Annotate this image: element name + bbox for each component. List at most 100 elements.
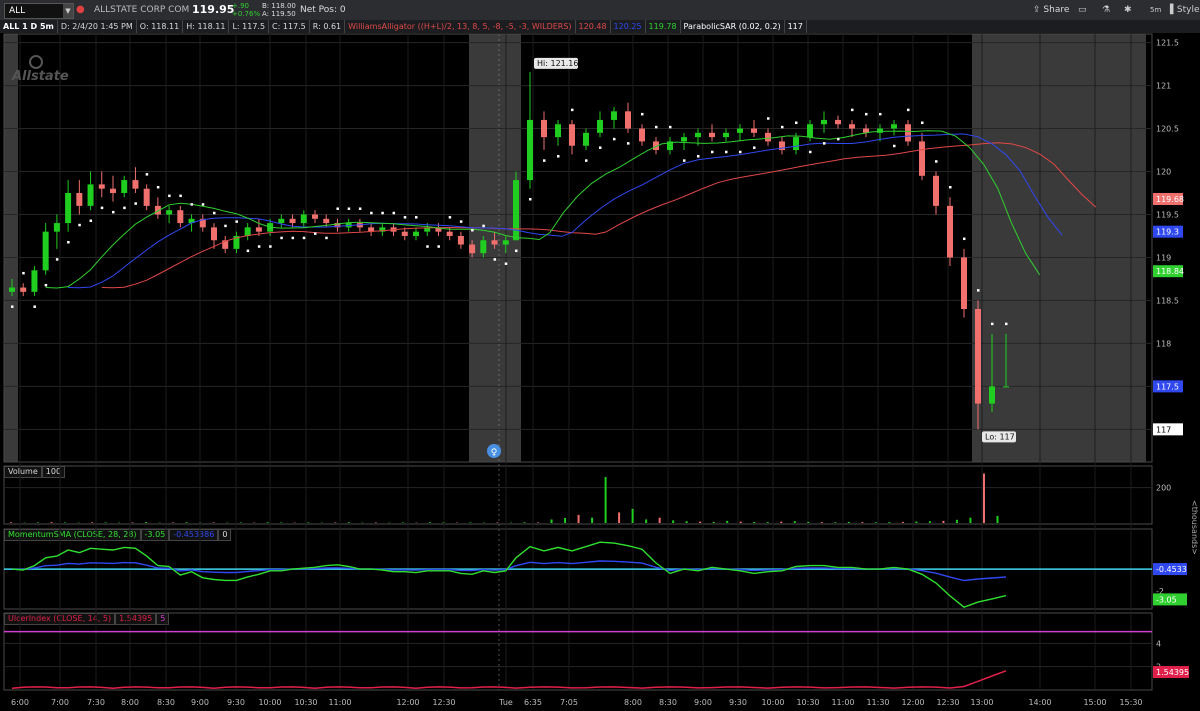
candle-body bbox=[527, 119, 533, 181]
candle-body bbox=[905, 124, 911, 142]
price-tick-label: 121 bbox=[1156, 82, 1171, 91]
volume-bar bbox=[847, 521, 850, 523]
sar-dot bbox=[257, 245, 261, 248]
alligator-teeth-line bbox=[68, 133, 1063, 289]
price-last-box bbox=[1153, 193, 1183, 206]
sar-study-label[interactable]: ParabolicSAR (0.02, 0.2) bbox=[681, 20, 785, 33]
sar-dot bbox=[977, 289, 980, 292]
time-tick-label: Tue bbox=[498, 698, 513, 707]
candle-body bbox=[166, 210, 173, 215]
panel-frame bbox=[3, 612, 1153, 691]
price-last-label: 118.84 bbox=[1156, 267, 1184, 276]
panel-frames bbox=[3, 33, 1153, 691]
volume-bar bbox=[699, 521, 702, 523]
volume-bar bbox=[874, 522, 877, 523]
time-tick-label: 11:30 bbox=[866, 698, 889, 707]
sar-dot bbox=[22, 271, 25, 275]
volume-title[interactable]: Volume bbox=[4, 466, 42, 478]
volume-bar bbox=[577, 514, 580, 523]
time-tick-label: 9:30 bbox=[227, 698, 245, 707]
bar-open: O: 118.11 bbox=[137, 20, 184, 33]
volume-bar bbox=[969, 517, 972, 523]
volume-bar bbox=[280, 522, 283, 523]
bar-range: R: 0.61 bbox=[310, 20, 346, 33]
volume-bar bbox=[428, 522, 431, 523]
sar-dot bbox=[168, 194, 171, 198]
candle-body bbox=[312, 214, 318, 219]
candle-body bbox=[723, 132, 729, 138]
sar-dot bbox=[697, 155, 700, 158]
sar-dot bbox=[224, 224, 227, 228]
candle-body bbox=[555, 124, 561, 138]
candle-body bbox=[154, 205, 161, 215]
candle-body bbox=[199, 218, 206, 228]
candle-body bbox=[76, 192, 83, 206]
volume-bar bbox=[91, 522, 94, 523]
aggregation-button[interactable]: 5m bbox=[1150, 0, 1161, 20]
volume-bar bbox=[820, 522, 823, 523]
price-last-box bbox=[1153, 225, 1183, 238]
candle-body bbox=[863, 128, 869, 133]
aggregation-period[interactable]: ALL 1 D 5m bbox=[0, 20, 58, 33]
candle-body bbox=[919, 141, 925, 176]
volume-bar bbox=[523, 522, 526, 523]
detach-icon[interactable]: ▭ bbox=[1078, 0, 1087, 20]
sar-dot bbox=[67, 240, 70, 244]
time-tick-label: 8:00 bbox=[624, 698, 642, 707]
sar-dot bbox=[529, 198, 532, 201]
sar-dot bbox=[100, 206, 104, 210]
sar-dot bbox=[515, 249, 518, 253]
candle-body bbox=[469, 244, 476, 254]
candle-body bbox=[98, 184, 105, 189]
candle-body bbox=[435, 227, 442, 232]
time-tick-label: 9:30 bbox=[729, 698, 747, 707]
candle-body bbox=[188, 218, 195, 224]
sar-dot bbox=[725, 150, 728, 154]
candle-body bbox=[709, 132, 715, 138]
bar-date: D: 2/4/20 1:45 PM bbox=[58, 20, 137, 33]
alligator-lips-line bbox=[45, 130, 1041, 289]
sar-dot bbox=[55, 258, 59, 261]
sar-dot bbox=[482, 224, 485, 228]
ulcer-title[interactable]: UlcerIndex (CLOSE, 14, 5) bbox=[4, 613, 116, 625]
candle-body bbox=[278, 218, 285, 224]
momentum-sma-line bbox=[11, 560, 1007, 582]
time-tick-label: 7:05 bbox=[560, 698, 578, 707]
symbol-selector[interactable]: ALL ▼ bbox=[4, 3, 74, 19]
alligator-study-label[interactable]: WilliamsAlligator ((H+L)/2, 13, 8, 5, -8… bbox=[345, 20, 576, 33]
candle-body bbox=[9, 287, 15, 292]
volume-bar bbox=[239, 522, 242, 523]
style-label: Style bbox=[1176, 5, 1200, 15]
gear-icon[interactable]: ✱ bbox=[1124, 0, 1132, 20]
symbol-input[interactable]: ALL bbox=[9, 4, 25, 18]
time-tick-label: 12:00 bbox=[901, 698, 924, 707]
chart-canvas[interactable]: Allstate Hi: 121.16 Lo: 117 121.5 121 120.5… bbox=[0, 0, 1200, 711]
style-button[interactable]: ▌Style bbox=[1170, 0, 1200, 20]
time-tick-label: 6:00 bbox=[11, 698, 29, 707]
sar-dot bbox=[865, 112, 868, 116]
candle-body bbox=[65, 192, 72, 224]
sar-dot bbox=[599, 146, 602, 149]
candle-body bbox=[233, 235, 240, 249]
sar-dot bbox=[459, 220, 463, 223]
volume-bar bbox=[347, 522, 350, 523]
volume-bar bbox=[185, 522, 188, 523]
candle-body bbox=[244, 227, 251, 236]
share-button[interactable]: ⇪ Share bbox=[1033, 0, 1069, 20]
momentum-layer bbox=[4, 541, 1152, 608]
alligator-jaw-value: 120.48 bbox=[576, 20, 611, 33]
momentum-title[interactable]: MomentumSMA (CLOSE, 28, 28) bbox=[4, 529, 141, 541]
alert-icon[interactable]: ● bbox=[76, 0, 85, 20]
bar-close: C: 117.5 bbox=[269, 20, 310, 33]
time-tick-label: 7:00 bbox=[51, 698, 69, 707]
time-tick-label: 10:30 bbox=[294, 698, 317, 707]
volume-bar bbox=[658, 517, 661, 523]
chevron-down-icon[interactable]: ▼ bbox=[63, 4, 73, 18]
earnings-event-icon[interactable] bbox=[487, 444, 501, 458]
sar-dot bbox=[543, 159, 546, 162]
volume-bar bbox=[726, 520, 729, 523]
sar-dot bbox=[823, 142, 826, 145]
studies-flask-icon[interactable]: ⚗ bbox=[1102, 0, 1110, 20]
sar-dot bbox=[585, 159, 588, 162]
candle-body bbox=[779, 141, 785, 151]
